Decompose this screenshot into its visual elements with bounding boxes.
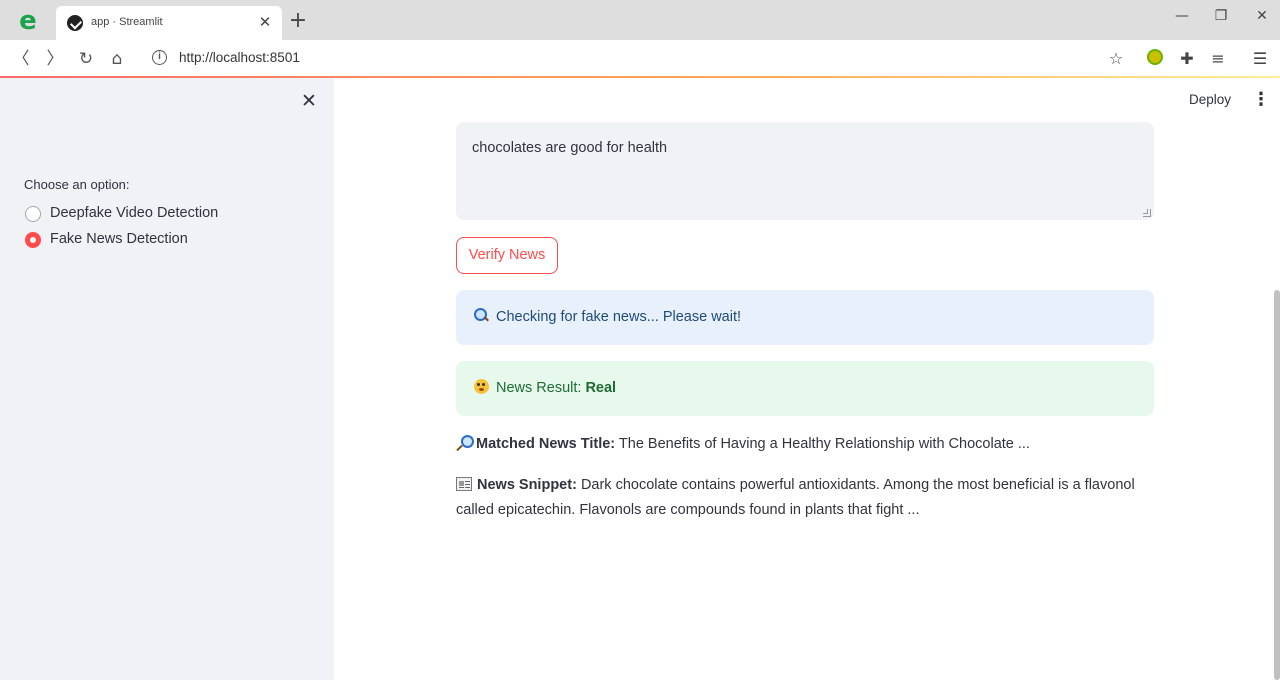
magnifier-right-icon <box>456 435 474 451</box>
radio-option-label: Deepfake Video Detection <box>50 205 219 221</box>
address-bar: 〈 〉 ↻ ⌂ i http://localhost:8501 ☆ ✚ ≡ ☰ <box>0 40 1280 77</box>
bookmark-star-icon[interactable]: ☆ <box>1105 48 1127 70</box>
radio-option-label: Fake News Detection <box>50 231 188 247</box>
main-content: Deploy ⋮ chocolates are good for health … <box>334 78 1280 680</box>
matched-title-paragraph: Matched News Title: The Benefits of Havi… <box>456 432 1156 457</box>
new-tab-icon[interactable]: + <box>288 10 308 32</box>
result-value: Real <box>585 380 617 396</box>
newspaper-icon <box>456 477 472 491</box>
snippet-paragraph: News Snippet: Dark chocolate contains po… <box>456 473 1156 523</box>
streamlit-favicon-icon <box>67 15 83 31</box>
browser-menu-icon[interactable]: ☰ <box>1249 48 1271 70</box>
matched-title-label: Matched News Title: <box>476 436 616 452</box>
browser-tab-bar: e app · Streamlit ✕ + — ❐ ✕ <box>0 0 1280 40</box>
forward-icon[interactable]: 〉 <box>44 48 66 70</box>
success-alert: News Result: Real <box>456 361 1154 416</box>
matched-title-value: The Benefits of Having a Healthy Relatio… <box>618 436 1030 452</box>
reload-icon[interactable]: ↻ <box>75 48 97 70</box>
back-icon[interactable]: 〈 <box>10 48 32 70</box>
site-info-icon[interactable]: i <box>152 50 167 65</box>
browser-tab[interactable]: app · Streamlit ✕ <box>56 6 282 40</box>
radio-button-checked[interactable] <box>25 232 41 248</box>
minimize-icon[interactable]: — <box>1170 6 1194 26</box>
flushed-face-icon <box>472 361 490 416</box>
restore-icon[interactable]: ❐ <box>1209 6 1233 26</box>
url-text: http://localhost:8501 <box>179 50 300 65</box>
tab-close-icon[interactable]: ✕ <box>256 13 274 31</box>
sidebar-close-icon[interactable]: ✕ <box>299 91 319 111</box>
magnifier-icon <box>472 290 490 345</box>
radio-button-unchecked[interactable] <box>25 206 41 222</box>
radio-group-label: Choose an option: <box>24 177 130 192</box>
deploy-button[interactable]: Deploy <box>1189 92 1231 107</box>
scrollbar[interactable] <box>1274 290 1280 680</box>
more-options-icon[interactable]: ⋮ <box>1252 91 1270 111</box>
news-text-value: chocolates are good for health <box>472 140 668 156</box>
home-icon[interactable]: ⌂ <box>106 48 128 70</box>
window-close-icon[interactable]: ✕ <box>1250 6 1274 26</box>
info-alert: Checking for fake news... Please wait! <box>456 290 1154 345</box>
news-text-input[interactable]: chocolates are good for health <box>456 122 1154 220</box>
snippet-label: News Snippet: <box>477 477 577 493</box>
browser-logo-icon: e <box>19 6 37 36</box>
extensions-icon[interactable]: ✚ <box>1176 48 1198 70</box>
result-prefix: News Result: <box>496 380 582 396</box>
media-queue-icon[interactable]: ≡ <box>1207 48 1229 70</box>
url-field[interactable]: i http://localhost:8501 <box>142 44 1136 72</box>
sidebar: ✕ Choose an option: Deepfake Video Detec… <box>0 78 334 680</box>
info-message: Checking for fake news... Please wait! <box>496 309 742 325</box>
verify-news-button[interactable]: Verify News <box>456 237 558 274</box>
tab-title: app · Streamlit <box>91 16 163 28</box>
extension-icon[interactable] <box>1147 49 1163 65</box>
resize-handle-icon[interactable] <box>1143 209 1151 217</box>
